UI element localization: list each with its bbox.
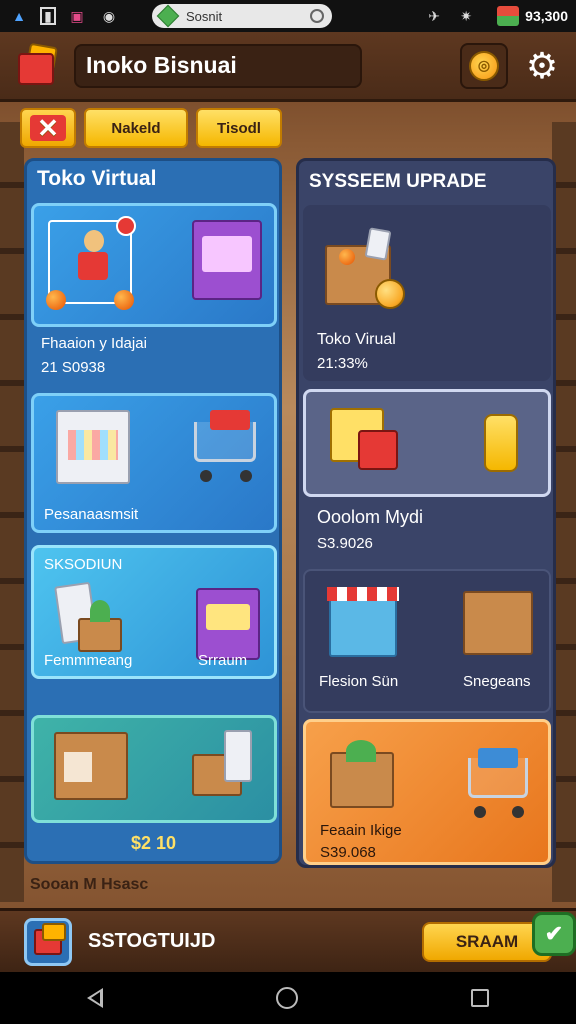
card-2-label: Pesanaasmsit [44, 506, 139, 523]
upgrade-card-1-value: 21:33% [317, 355, 368, 372]
upgrade-card-4[interactable]: Feaain Ikige S39.068 [303, 719, 551, 865]
cart-wheel-icon-2 [240, 470, 252, 482]
action-bar-title: SSTOGTUIJD [88, 930, 216, 952]
upgrade-card-5-value: S39.068 [320, 844, 376, 861]
sim-icon: ▮ [40, 7, 56, 25]
card-4-value: $2 10 [131, 833, 177, 853]
upgrade-card-3-value: S3.9026 [317, 535, 373, 552]
gift-box-pattern [68, 430, 118, 460]
recents-icon[interactable] [471, 989, 490, 1007]
left-panel-title: Toko Virtual [37, 167, 157, 190]
money-value: 93,300 [525, 8, 568, 24]
cashier-person-icon [84, 230, 104, 252]
gem-icon [156, 4, 180, 28]
coin-stack-icon [375, 279, 405, 309]
card-3-label-left: Femmmeang [44, 652, 133, 669]
header: Inoko Bisnuai ◎ ⚙ [0, 32, 576, 102]
close-button[interactable]: ✕ [20, 108, 76, 148]
tab-bar: ✕ Nakeld Tisodl [20, 108, 282, 148]
cart-goods [210, 410, 250, 430]
storefront-icon [329, 593, 397, 657]
upgrade-card-1-label: Toko Virual [317, 331, 396, 348]
right-panel: SYSSEEM UPRADE Toko Virual 21:33% Ooolom… [296, 158, 556, 868]
cart-wheel-icon [200, 470, 212, 482]
upgrade-card-3[interactable]: Flesion Sün Snegeans [303, 569, 551, 713]
card-1-label: Fhaaion y Idajai [41, 335, 147, 352]
plant-box-icon [78, 618, 122, 652]
footer-label: Sooan M Hsasc [30, 876, 149, 893]
cart-wheel-icon-4 [512, 806, 524, 818]
money-icon [497, 6, 520, 26]
shop-card-1[interactable] [31, 203, 277, 327]
cashier-shirt [78, 252, 108, 280]
bottle-icon [484, 414, 518, 472]
upgrade-card-4-label: Flesion Sün [319, 673, 399, 690]
card-3-label-right: Srraum [198, 652, 248, 669]
action-bar: SSTOGTUIJD SRAAM ✔ [0, 908, 576, 972]
upgrade-card-4-label-2: Snegeans [463, 673, 531, 690]
upgrade-card-3-label: Ooolom Mydi [317, 507, 424, 527]
storefront-awning [327, 587, 399, 601]
page-title: Inoko Bisnuai [74, 43, 362, 88]
search-text: Sosnit [186, 8, 223, 24]
shop-card-3[interactable]: SKSODIUN Femmmeang Srraum [31, 545, 277, 679]
status-bar: ▲ ▮ ▣ ◉ Sosnit ✈ ✷ 93,300 [0, 0, 576, 32]
left-shelf [0, 122, 24, 902]
orange-icon-2 [114, 290, 134, 310]
vegetable-icon [346, 740, 376, 762]
system-nav-bar [0, 972, 576, 1024]
coin-icon: ◎ [469, 50, 499, 81]
upgrade-card-1[interactable]: Toko Virual 21:33% [303, 205, 551, 381]
left-panel: Toko Virtual Fhaaion y Idajai 21 S0938 P… [24, 158, 282, 864]
signal-icon: ✈ [428, 7, 441, 24]
fruit-icon [339, 249, 355, 265]
tab-nakeld[interactable]: Nakeld [84, 108, 188, 148]
right-panel-title: SYSSEEM UPRADE [309, 171, 487, 192]
check-icon[interactable]: ✔ [532, 911, 576, 956]
shop-logo-icon [14, 42, 60, 89]
store-icon [34, 922, 66, 955]
card-3-title: SKSODIUN [44, 556, 123, 573]
cart-wheel-icon-3 [474, 806, 486, 818]
tablet-icon [224, 730, 252, 782]
photo-icon: ▣ [70, 7, 84, 24]
cart-goods-2 [478, 748, 518, 768]
gift-icon [358, 430, 398, 470]
orange-icon [46, 290, 66, 310]
action-button[interactable]: SRAAM ✔ [422, 911, 576, 962]
search-ring-icon [310, 9, 324, 23]
crate-label [64, 752, 92, 782]
shop-card-2[interactable]: Pesanaasmsit [31, 393, 277, 533]
action-button-label: SRAAM [455, 931, 519, 951]
back-icon[interactable] [86, 988, 103, 1008]
shipping-box-icon [463, 591, 533, 655]
close-icon: ✕ [30, 115, 66, 141]
gear-icon[interactable]: ⚙ [522, 45, 562, 86]
vending-screen [202, 236, 252, 272]
triangle-icon: ▲ [12, 8, 26, 24]
coin-button[interactable]: ◎ [460, 42, 508, 89]
sparkle-icon: ✷ [460, 7, 473, 24]
badge-icon [116, 216, 136, 236]
upgrade-card-5-label: Feaain Ikige [320, 822, 402, 839]
home-icon[interactable] [275, 987, 298, 1009]
store-button[interactable] [24, 917, 72, 966]
card-1-value: 21 S0938 [41, 359, 106, 376]
search-bar[interactable]: Sosnit [152, 4, 332, 28]
tab-tisodl[interactable]: Tisodl [196, 108, 282, 148]
upgrade-card-2[interactable] [303, 389, 551, 497]
shop-card-4[interactable] [31, 715, 277, 823]
circle-icon: ◉ [102, 7, 116, 24]
arcade-screen [206, 604, 250, 630]
plant-icon [90, 600, 110, 622]
